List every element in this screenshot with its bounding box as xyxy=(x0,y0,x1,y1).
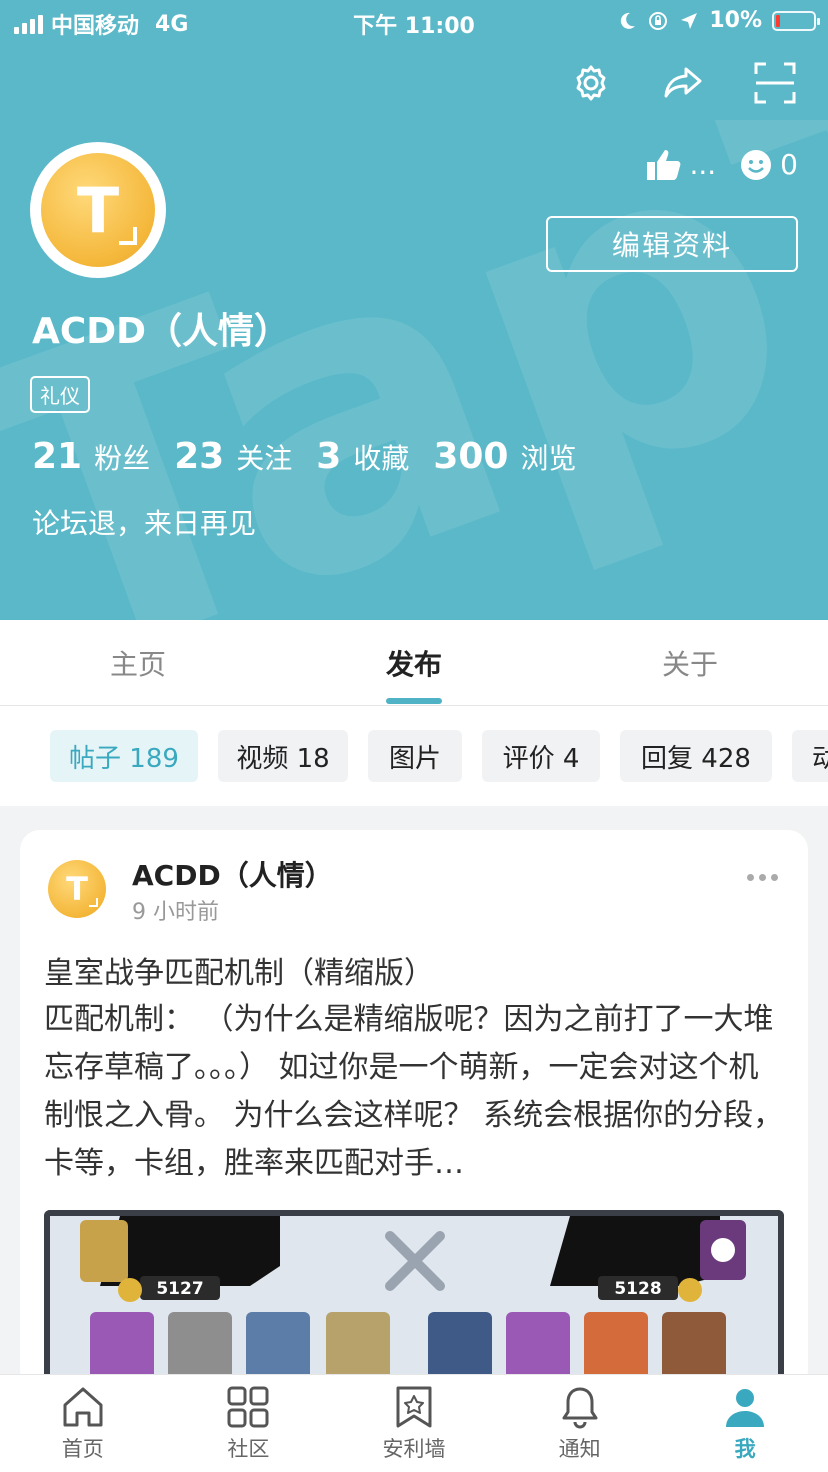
post-author-avatar[interactable]: T xyxy=(44,856,110,922)
bottom-navigation: 首页 社区 安利墙 通知 我 xyxy=(0,1374,828,1472)
post-body[interactable]: 匹配机制： （为什么是精缩版呢？因为之前打了一大堆忘存草稿了。。。） 如过你是一… xyxy=(44,996,784,1188)
chip-images[interactable]: 图片 xyxy=(368,730,462,782)
profile-header: TapT 中国移动 4G 下午 11:00 10% T ... 0 编辑资料 A… xyxy=(0,0,828,620)
bell-icon xyxy=(562,1387,598,1429)
nav-home-label: 首页 xyxy=(61,1437,104,1461)
star-bookmark-icon xyxy=(396,1386,432,1428)
coin-t-logo: T xyxy=(41,153,155,267)
avatar[interactable]: T xyxy=(30,142,166,278)
stat-followers[interactable]: 21 粉丝 xyxy=(32,436,150,477)
chip-reviews[interactable]: 评价 4 xyxy=(482,730,600,782)
tab-about[interactable]: 关于 xyxy=(552,620,828,706)
content-filter-chips: 帖子 189 视频 18 图片 评价 4 回复 428 动 xyxy=(0,706,828,806)
smiley-icon xyxy=(741,149,772,180)
coin-t-logo: T xyxy=(48,860,106,918)
share-icon[interactable] xyxy=(660,60,706,106)
battery-icon xyxy=(772,10,820,31)
post-timestamp: 9 小时前 xyxy=(132,900,219,925)
chip-posts[interactable]: 帖子 189 xyxy=(50,730,198,782)
game-screenshot: 5127 5128 xyxy=(50,1216,778,1390)
nav-notifications[interactable]: 通知 xyxy=(497,1375,663,1472)
nav-recommend-wall-label: 安利墙 xyxy=(382,1437,446,1461)
tab-posts[interactable]: 发布 xyxy=(276,620,552,706)
moon-icon xyxy=(621,12,636,29)
active-tab-indicator xyxy=(386,698,442,704)
tab-home[interactable]: 主页 xyxy=(0,620,276,706)
settings-gear-icon[interactable] xyxy=(568,60,614,106)
home-icon xyxy=(63,1387,103,1427)
chip-replies[interactable]: 回复 428 xyxy=(620,730,772,782)
player-score-left: 5127 xyxy=(156,1279,203,1299)
post-image[interactable]: 5127 5128 xyxy=(44,1210,784,1390)
edit-profile-button[interactable]: 编辑资料 xyxy=(546,216,798,272)
more-options-icon[interactable] xyxy=(747,874,778,881)
scan-icon[interactable] xyxy=(752,60,798,106)
rotation-lock-icon xyxy=(649,11,668,30)
nav-community-label: 社区 xyxy=(227,1437,270,1461)
nav-recommend-wall[interactable]: 安利墙 xyxy=(331,1375,497,1472)
person-icon xyxy=(726,1389,765,1427)
likes-count[interactable]: ... xyxy=(647,148,716,181)
grid-icon xyxy=(227,1386,269,1428)
likes-value: ... xyxy=(689,148,717,181)
thumbs-up-icon xyxy=(647,149,681,180)
nav-me-label: 我 xyxy=(734,1437,756,1461)
stat-following[interactable]: 23 关注 xyxy=(174,436,292,477)
post-card[interactable]: T ACDD（人情） 9 小时前 皇室战争匹配机制（精缩版） 匹配机制： （为什… xyxy=(20,830,808,1390)
nav-notifications-label: 通知 xyxy=(558,1437,601,1461)
chip-activity[interactable]: 动 xyxy=(792,730,828,782)
profile-stats: 21 粉丝 23 关注 3 收藏 300 浏览 xyxy=(32,436,577,477)
profile-tag-badge: 礼仪 xyxy=(30,376,90,413)
post-title[interactable]: 皇室战争匹配机制（精缩版） xyxy=(44,948,434,992)
reactions-count[interactable]: 0 xyxy=(740,148,798,181)
nav-me[interactable]: 我 xyxy=(662,1375,828,1472)
stat-favorites[interactable]: 3 收藏 xyxy=(316,436,409,477)
post-author-name[interactable]: ACDD（人情） xyxy=(132,854,333,894)
location-icon xyxy=(681,12,698,29)
chip-videos[interactable]: 视频 18 xyxy=(218,730,348,782)
player-score-right: 5128 xyxy=(614,1279,661,1299)
nav-home[interactable]: 首页 xyxy=(0,1375,166,1472)
stat-views: 300 浏览 xyxy=(433,436,577,477)
status-bar: 中国移动 4G 下午 11:00 10% xyxy=(0,0,828,44)
reactions-value: 0 xyxy=(780,148,798,181)
profile-bio: 论坛退，来日再见 xyxy=(32,507,257,540)
profile-username: ACDD（人情） xyxy=(32,311,291,352)
battery-text: 10% xyxy=(709,8,762,33)
profile-tabs: 主页 发布 关于 xyxy=(0,620,828,706)
nav-community[interactable]: 社区 xyxy=(166,1375,332,1472)
